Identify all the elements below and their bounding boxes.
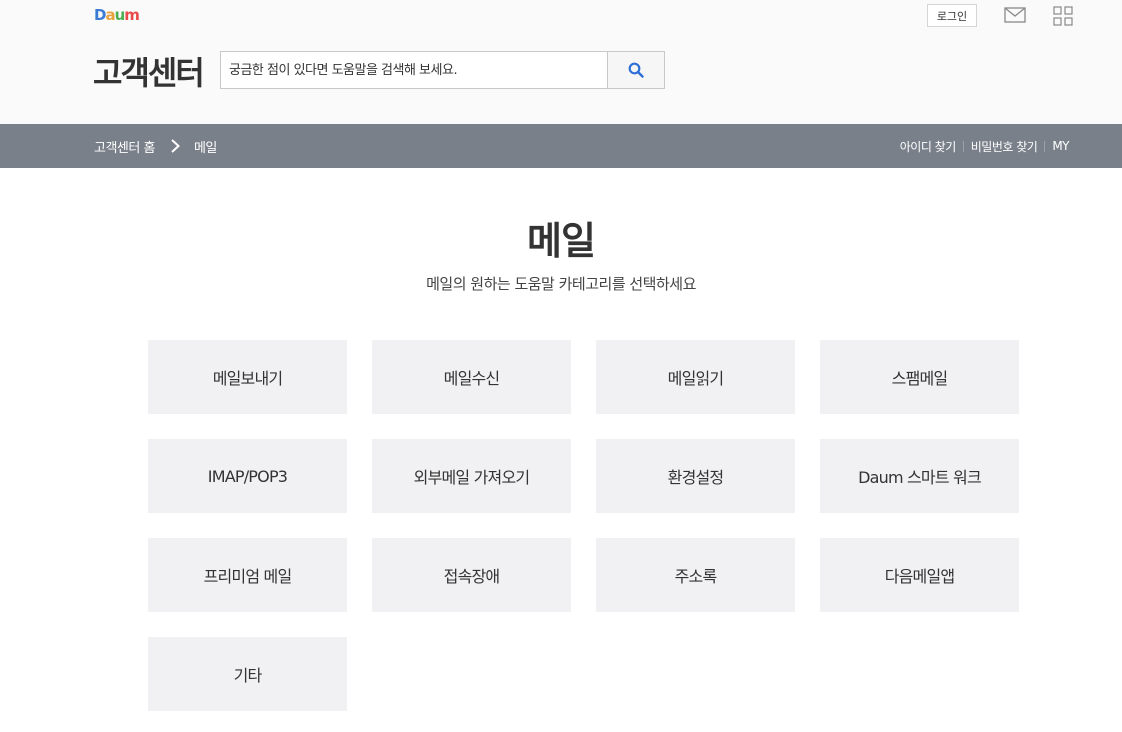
- link-divider: [1044, 140, 1046, 152]
- category-read-mail[interactable]: 메일읽기: [596, 340, 795, 414]
- search-button[interactable]: [607, 52, 664, 88]
- category-imap-pop3[interactable]: IMAP/POP3: [148, 439, 347, 513]
- category-other[interactable]: 기타: [148, 637, 347, 711]
- mail-icon[interactable]: [1004, 7, 1026, 23]
- top-header: Daum 로그인 고객센터: [0, 0, 1122, 124]
- category-mail-app[interactable]: 다음메일앱: [820, 538, 1019, 612]
- category-connection-issue[interactable]: 접속장애: [372, 538, 571, 612]
- logo-letter-d: D: [94, 6, 106, 24]
- logo-letter-a: a: [105, 6, 115, 24]
- page-title[interactable]: 고객센터: [93, 48, 205, 94]
- category-spam-mail[interactable]: 스팸메일: [820, 340, 1019, 414]
- login-button[interactable]: 로그인: [927, 4, 977, 27]
- breadcrumb: 고객센터 홈 메일: [94, 124, 217, 168]
- apps-grid-icon[interactable]: [1053, 6, 1073, 26]
- category-premium-mail[interactable]: 프리미엄 메일: [148, 538, 347, 612]
- category-send-mail[interactable]: 메일보내기: [148, 340, 347, 414]
- logo-letter-m: m: [124, 6, 140, 24]
- chevron-right-icon: [171, 139, 180, 153]
- breadcrumb-current: 메일: [193, 140, 217, 156]
- category-receive-mail[interactable]: 메일수신: [372, 340, 571, 414]
- search-icon: [628, 62, 644, 78]
- category-settings[interactable]: 환경설정: [596, 439, 795, 513]
- link-divider: [962, 140, 964, 152]
- section-heading: 메일: [527, 219, 596, 263]
- category-smart-work[interactable]: Daum 스마트 워크: [820, 439, 1019, 513]
- account-links: 아이디 찾기 비밀번호 찾기 MY: [900, 124, 1070, 168]
- section-subheading: 메일의 원하는 도움말 카테고리를 선택하세요: [426, 275, 696, 293]
- my-link[interactable]: MY: [1052, 139, 1069, 153]
- breadcrumb-home[interactable]: 고객센터 홈: [94, 137, 155, 156]
- search-input[interactable]: [221, 52, 607, 88]
- nav-bar: 고객센터 홈 메일 아이디 찾기 비밀번호 찾기 MY: [0, 124, 1122, 168]
- category-address-book[interactable]: 주소록: [596, 538, 795, 612]
- category-grid: 메일보내기 메일수신 메일읽기 스팸메일 IMAP/POP3 외부메일 가져오기…: [148, 340, 1019, 711]
- find-password-link[interactable]: 비밀번호 찾기: [971, 138, 1038, 155]
- daum-logo[interactable]: Daum: [94, 6, 140, 24]
- search-box: [220, 51, 665, 89]
- find-id-link[interactable]: 아이디 찾기: [900, 138, 957, 155]
- category-import-external-mail[interactable]: 외부메일 가져오기: [372, 439, 571, 513]
- logo-letter-u: u: [114, 6, 126, 24]
